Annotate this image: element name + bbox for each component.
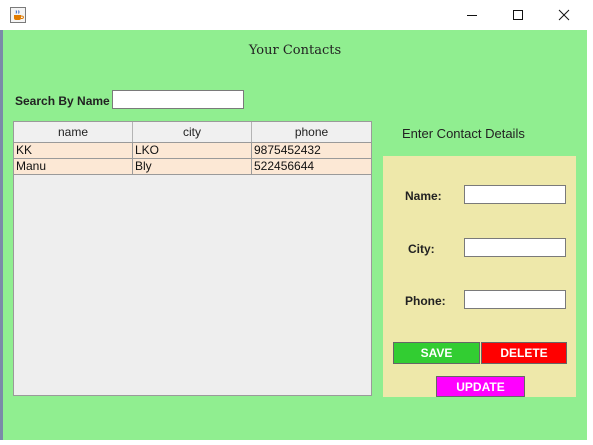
page-title: Your Contacts (248, 43, 342, 58)
cell-phone[interactable]: 522456644 (252, 159, 371, 175)
minimize-button[interactable] (449, 0, 495, 30)
search-label: Search By Name (15, 94, 110, 108)
contacts-panel: Your Contacts Search By Name name city p… (3, 30, 587, 440)
search-input[interactable] (112, 90, 244, 109)
phone-label: Phone: (405, 294, 446, 308)
cell-name[interactable]: KK (14, 143, 133, 159)
app-window: Your Contacts Search By Name name city p… (0, 0, 593, 445)
table-body: KK LKO 9875452432 Manu Bly 522456644 (14, 143, 371, 175)
contacts-table[interactable]: name city phone KK LKO 9875452432 Manu B… (13, 121, 372, 396)
column-header-name[interactable]: name (14, 122, 133, 142)
table-header: name city phone (14, 122, 371, 143)
table-row[interactable]: Manu Bly 522456644 (14, 159, 371, 175)
city-field[interactable] (464, 238, 566, 257)
details-title: Enter Contact Details (402, 126, 525, 141)
contact-details-form: Name: City: Phone: SAVE DELETE UPDATE (383, 156, 576, 397)
name-label: Name: (405, 189, 442, 203)
close-icon (558, 9, 570, 21)
name-field[interactable] (464, 185, 566, 204)
phone-field[interactable] (464, 290, 566, 309)
window-bottom-edge (0, 440, 593, 445)
table-row[interactable]: KK LKO 9875452432 (14, 143, 371, 159)
update-button[interactable]: UPDATE (436, 376, 525, 397)
save-button[interactable]: SAVE (393, 342, 480, 364)
minimize-icon (467, 15, 477, 16)
java-cup-icon (10, 7, 26, 23)
cell-name[interactable]: Manu (14, 159, 133, 175)
maximize-icon (513, 10, 523, 20)
city-label: City: (408, 242, 435, 256)
cell-city[interactable]: LKO (133, 143, 252, 159)
cell-city[interactable]: Bly (133, 159, 252, 175)
delete-button[interactable]: DELETE (481, 342, 567, 364)
maximize-button[interactable] (495, 0, 541, 30)
column-header-phone[interactable]: phone (252, 122, 371, 142)
column-header-city[interactable]: city (133, 122, 252, 142)
close-button[interactable] (541, 0, 587, 30)
cell-phone[interactable]: 9875452432 (252, 143, 371, 159)
title-bar[interactable] (0, 0, 593, 30)
